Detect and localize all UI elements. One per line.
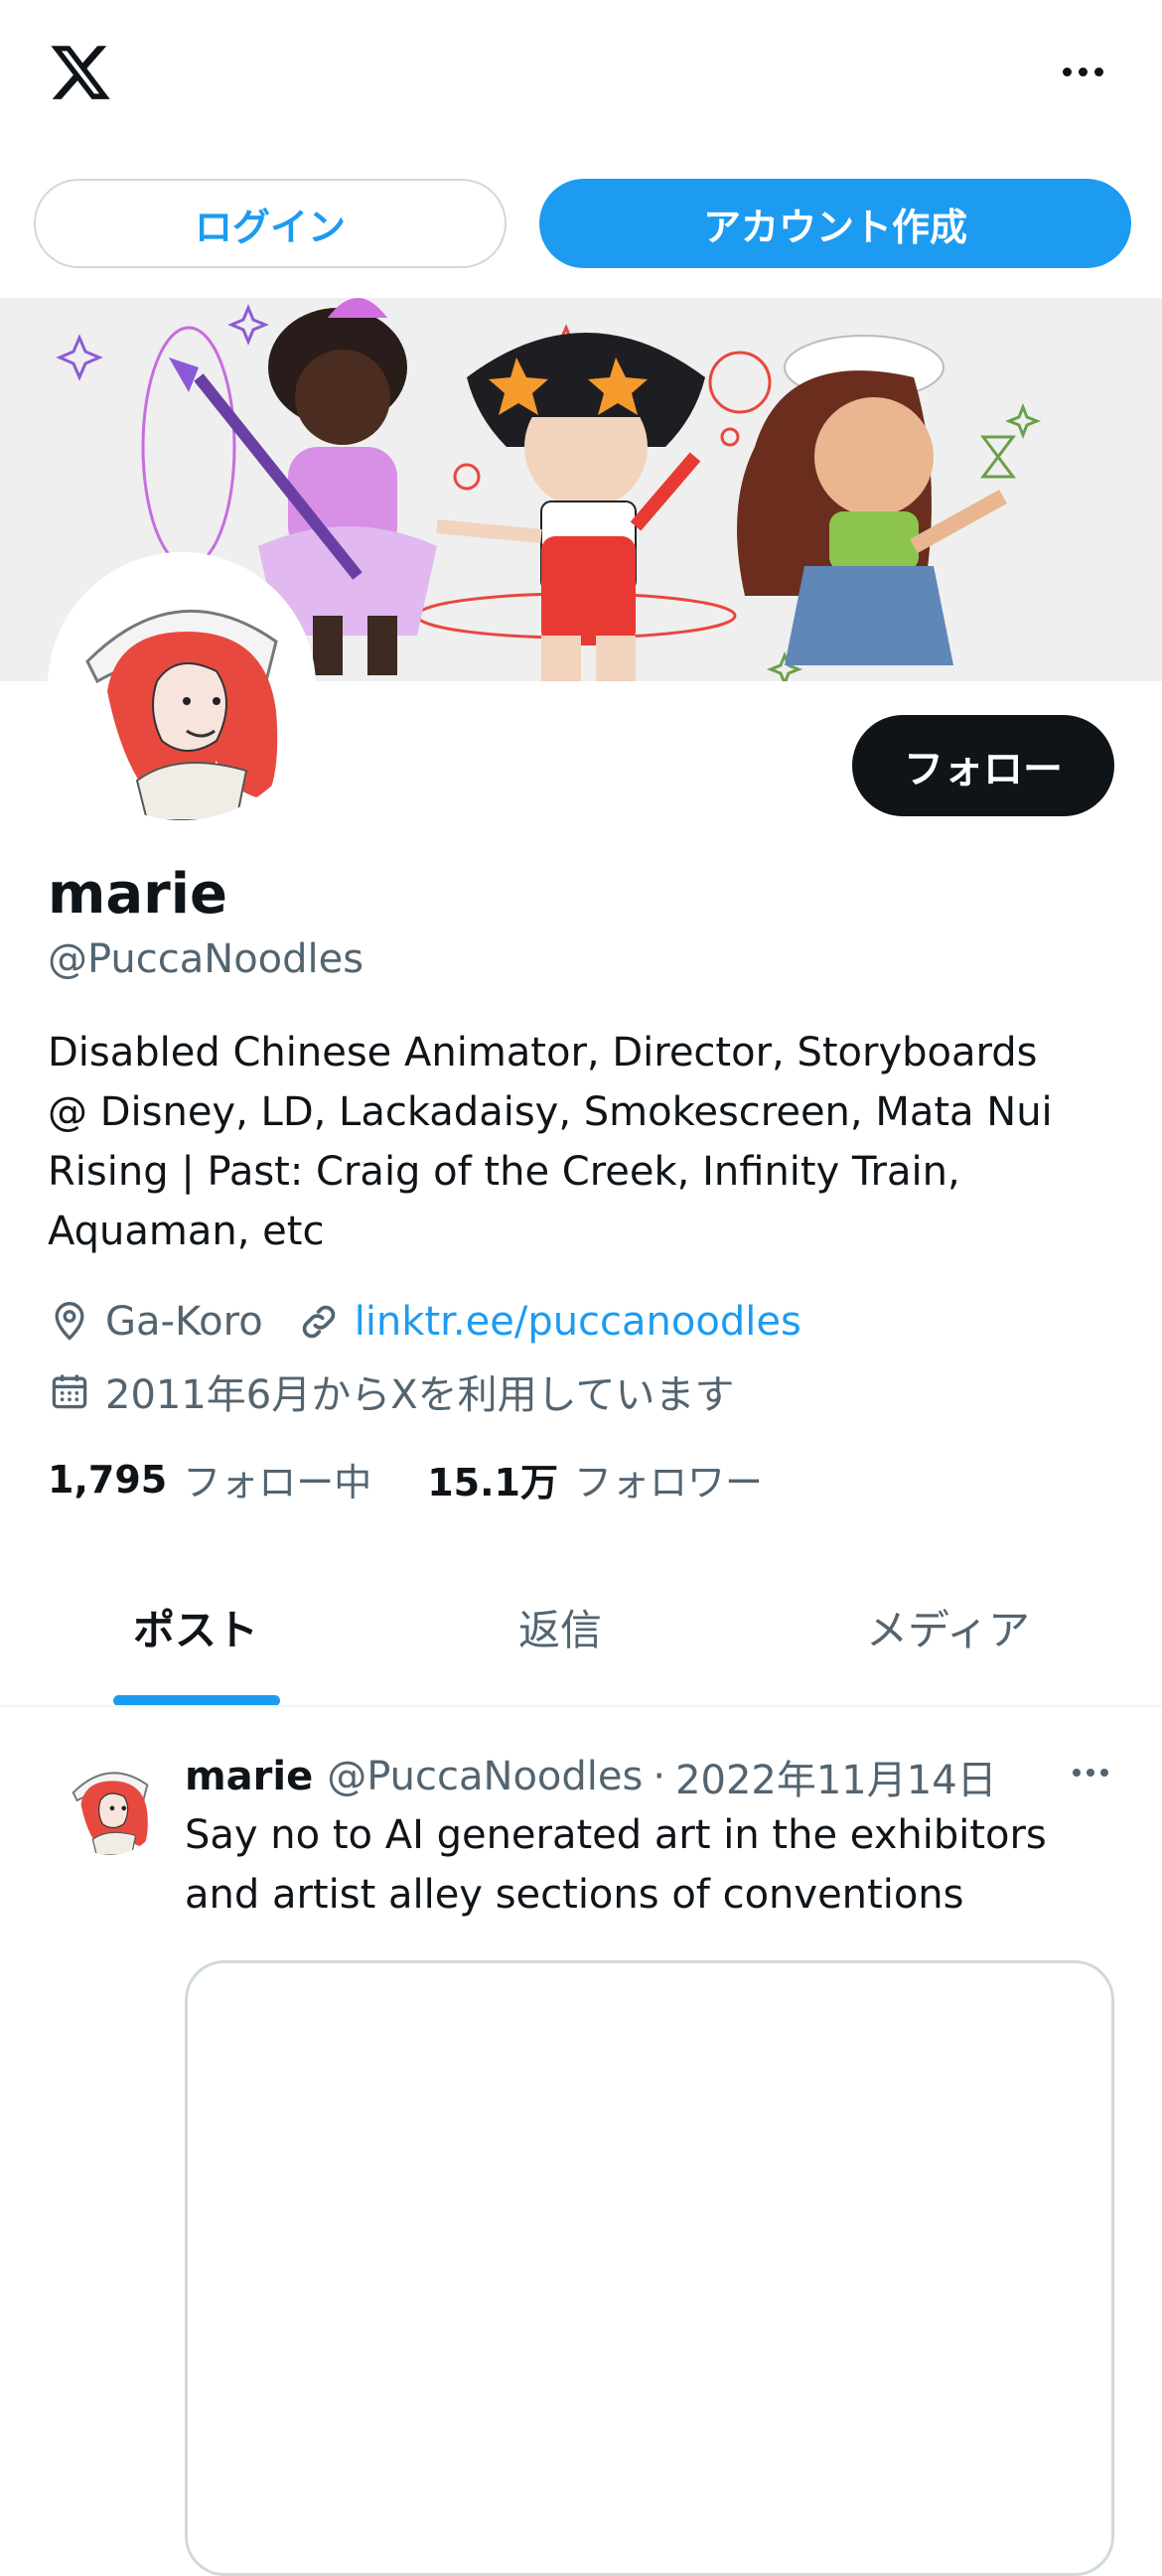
post-more-icon[interactable] [1063,1758,1118,1788]
x-logo-icon[interactable] [48,40,113,105]
tab-replies[interactable]: 返信 [518,1597,602,1657]
profile-name: marie [48,862,227,927]
followers-count[interactable]: 15.1万 [427,1452,558,1506]
following-label[interactable]: フォロー中 [183,1452,371,1506]
post-text: Say no to AI generated art in the exhibi… [185,1812,1047,1918]
following-count[interactable]: 1,795 [48,1458,167,1502]
post-separator: · [653,1754,666,1799]
followers-label[interactable]: フォロワー [574,1452,763,1506]
profile-location: Ga-Koro [105,1299,263,1345]
profile-bio: Disabled Chinese Animator, Director, Sto… [48,1030,1053,1254]
more-options-icon[interactable] [1043,52,1122,91]
post-header: marie @PuccaNoodles · 2022年11月14日 [185,1748,997,1805]
profile-joined-date: 2011年6月からXを利用しています [105,1372,735,1418]
post-author-handle[interactable]: @PuccaNoodles [327,1754,643,1799]
profile-avatar[interactable] [48,552,316,820]
post-date[interactable]: 2022年11月14日 [675,1748,997,1805]
tabs-divider [0,1705,1162,1707]
post-media-card[interactable] [185,1960,1114,2576]
profile-stats: 1,795 フォロー中 15.1万 フォロワー [48,1452,818,1506]
post-author-name[interactable]: marie [185,1754,313,1799]
link-icon [297,1300,341,1344]
calendar-icon [48,1369,91,1413]
profile-website-link[interactable]: linktr.ee/puccanoodles [355,1299,801,1345]
profile-handle: @PuccaNoodles [48,936,364,982]
post-author-avatar[interactable] [58,1750,163,1855]
tab-media[interactable]: メディア [866,1597,1030,1657]
profile-joined-row: 2011年6月からXを利用しています [48,1362,734,1420]
tab-posts[interactable]: ポスト [133,1597,258,1657]
profile-meta-row: Ga-Koro linktr.ee/puccanoodles [48,1299,801,1345]
location-pin-icon [48,1300,91,1344]
create-account-button[interactable]: アカウント作成 [539,179,1131,268]
follow-button[interactable]: フォロー [852,715,1114,816]
login-button[interactable]: ログイン [34,179,507,268]
